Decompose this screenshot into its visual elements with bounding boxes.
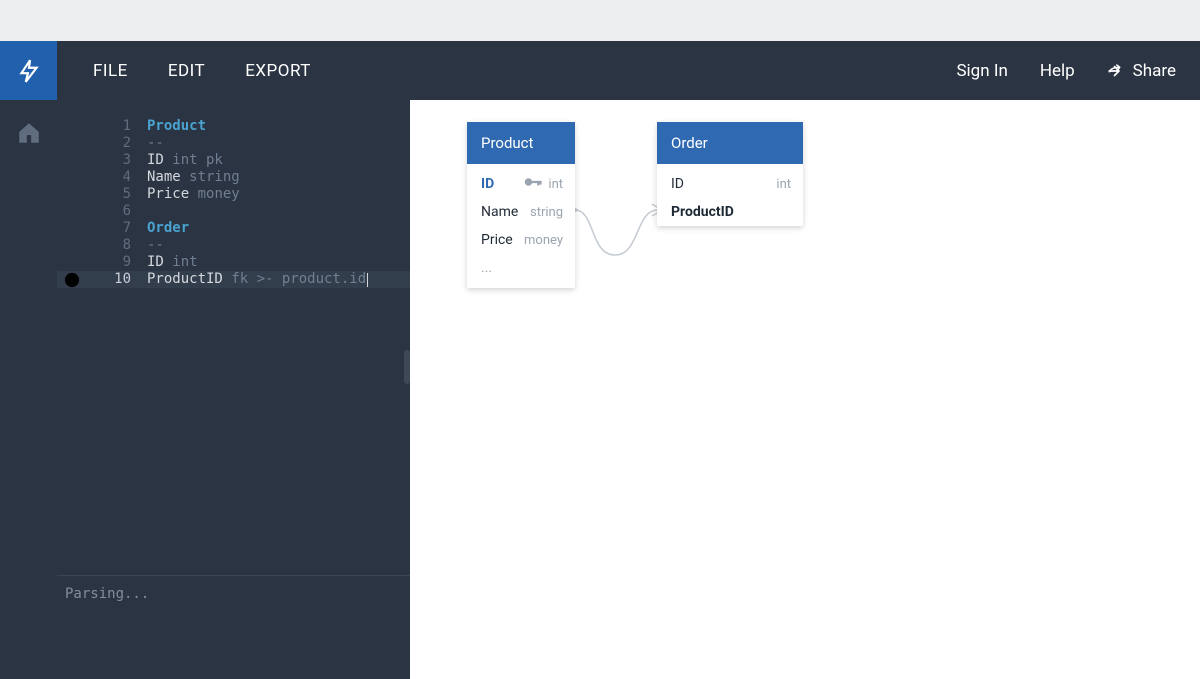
error-icon: [63, 271, 81, 289]
app-header: FILE EDIT EXPORT Sign In Help Share: [0, 41, 1200, 100]
menu-edit[interactable]: EDIT: [168, 61, 205, 81]
diagram-canvas[interactable]: ProductIDintNamestringPricemoney...Order…: [410, 100, 1200, 679]
side-rail: [0, 100, 57, 679]
code-line[interactable]: 7 Order: [57, 220, 410, 237]
status-text: Parsing...: [65, 586, 149, 602]
field-type: string: [530, 205, 563, 220]
code-token: ID: [147, 254, 164, 271]
field-name: ID: [671, 176, 684, 192]
line-number: 10: [109, 271, 131, 288]
line-number: 3: [109, 152, 131, 169]
line-number: 9: [109, 254, 131, 271]
line-number: 1: [109, 118, 131, 135]
code-token: ProductID: [147, 271, 223, 288]
status-panel: Parsing...: [57, 575, 410, 679]
key-icon: [524, 176, 542, 192]
text-caret: [367, 273, 368, 287]
code-token: Price: [147, 186, 189, 203]
entity-field[interactable]: ID int: [467, 164, 575, 198]
gutter: [57, 271, 81, 289]
field-type: int: [776, 177, 791, 192]
code-token: int: [164, 254, 198, 271]
main-menu: FILE EDIT EXPORT: [57, 41, 311, 100]
menu-file[interactable]: FILE: [93, 61, 128, 81]
code-line[interactable]: 10 ProductID fk >- product.id: [57, 271, 410, 288]
code-token: fk >- product.id: [223, 271, 366, 288]
code-token: money: [189, 186, 240, 203]
share-icon: [1107, 62, 1125, 80]
entity-title: Order: [657, 122, 803, 164]
share-label: Share: [1133, 61, 1176, 81]
code-editor[interactable]: 1Product2--3ID int pk4Name string5Price …: [57, 100, 410, 575]
code-token: ID: [147, 152, 164, 169]
code-token: Order: [147, 220, 189, 237]
code-line[interactable]: 2 --: [57, 135, 410, 152]
code-line[interactable]: 8 --: [57, 237, 410, 254]
field-type: int: [548, 177, 563, 192]
line-number: 5: [109, 186, 131, 203]
home-button[interactable]: [16, 120, 42, 150]
window-chrome-spacer: [0, 0, 1200, 41]
editor-panel: 1Product2--3ID int pk4Name string5Price …: [57, 100, 410, 679]
field-name: ProductID: [671, 204, 734, 220]
code-line[interactable]: 3 ID int pk: [57, 152, 410, 169]
entity-card-order[interactable]: Order ID int ProductID: [657, 122, 803, 226]
field-name: ID: [481, 176, 494, 192]
header-right: Sign In Help Share: [956, 41, 1200, 100]
signin-link[interactable]: Sign In: [956, 61, 1007, 81]
lightning-icon: [16, 58, 42, 84]
line-number: 7: [109, 220, 131, 237]
entity-more[interactable]: ...: [467, 254, 575, 288]
code-line[interactable]: 4 Name string: [57, 169, 410, 186]
line-number: 4: [109, 169, 131, 186]
app-logo[interactable]: [0, 41, 57, 100]
line-number: 2: [109, 135, 131, 152]
field-name: Price: [481, 232, 513, 248]
entity-field[interactable]: Name string: [467, 198, 575, 226]
entity-card-product[interactable]: Product ID int Name string Price money...: [467, 122, 575, 288]
entity-field[interactable]: ID int: [657, 164, 803, 198]
help-link[interactable]: Help: [1040, 61, 1075, 81]
entity-field[interactable]: ProductID: [657, 198, 803, 226]
code-line[interactable]: 5 Price money: [57, 186, 410, 203]
relation-connector: [570, 200, 665, 270]
code-token: Product: [147, 118, 206, 135]
line-number: 6: [109, 203, 131, 220]
home-icon: [16, 120, 42, 146]
code-line[interactable]: 1 Product: [57, 118, 410, 135]
workspace: 1 Product 2 -- 3 ID int pk 4 Name string 5 Price …: [0, 100, 1200, 679]
entity-title: Product: [467, 122, 575, 164]
field-name: Name: [481, 204, 518, 220]
code-token: int pk: [164, 152, 223, 169]
code-token: --: [147, 237, 164, 254]
menu-export[interactable]: EXPORT: [245, 61, 311, 81]
share-link[interactable]: Share: [1107, 61, 1176, 81]
code-token: --: [147, 135, 164, 152]
code-token: Name: [147, 169, 181, 186]
code-token: string: [181, 169, 240, 186]
code-line[interactable]: 9 ID int: [57, 254, 410, 271]
code-line[interactable]: 6: [57, 203, 410, 220]
field-type: money: [524, 233, 563, 248]
line-number: 8: [109, 237, 131, 254]
entity-field[interactable]: Price money: [467, 226, 575, 254]
